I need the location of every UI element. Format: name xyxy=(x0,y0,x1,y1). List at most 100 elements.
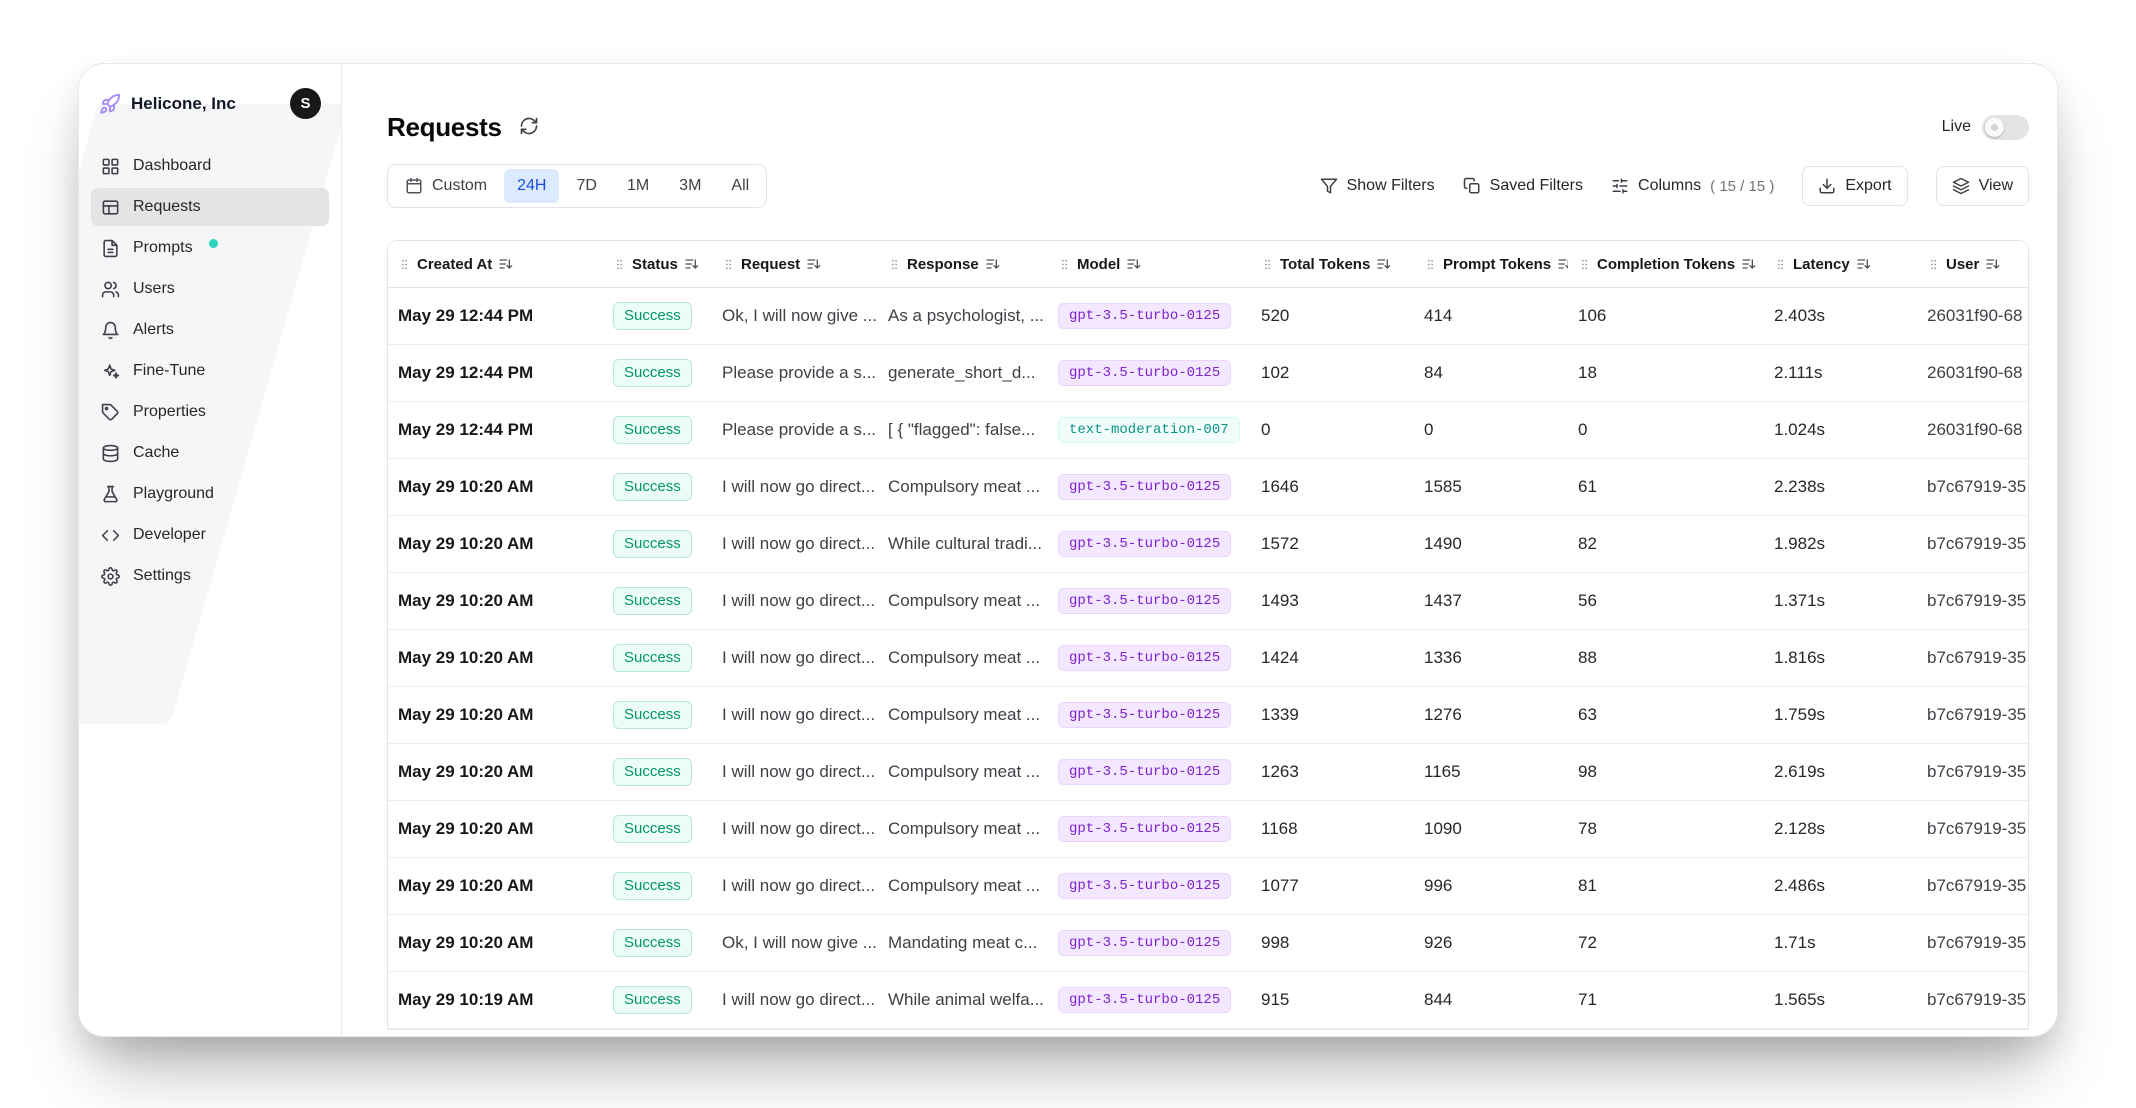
download-icon xyxy=(1818,177,1836,195)
table-row[interactable]: May 29 10:19 AMSuccessI will now go dire… xyxy=(388,972,2028,1029)
table-row[interactable]: May 29 10:20 AMSuccessI will now go dire… xyxy=(388,801,2028,858)
table-row[interactable]: May 29 10:20 AMSuccessI will now go dire… xyxy=(388,744,2028,801)
cell-model: gpt-3.5-turbo-0125 xyxy=(1048,873,1251,899)
column-header-status[interactable]: Status xyxy=(603,256,712,273)
cell-user: b7c67919-35 xyxy=(1917,990,2029,1010)
cell-response: Compulsory meat ... xyxy=(878,876,1048,896)
cell-status: Success xyxy=(603,359,712,386)
cell-total-tokens: 1168 xyxy=(1251,819,1414,839)
cell-user: 26031f90-68 xyxy=(1917,420,2029,440)
cell-response: Mandating meat c... xyxy=(878,933,1048,953)
cell-completion-tokens: 0 xyxy=(1568,420,1764,440)
column-header-prompt-tokens[interactable]: Prompt Tokens xyxy=(1414,256,1568,273)
column-header-total-tokens[interactable]: Total Tokens xyxy=(1251,256,1414,273)
cell-created-at: May 29 10:20 AM xyxy=(388,819,603,839)
cell-created-at: May 29 10:20 AM xyxy=(388,762,603,782)
time-filter-custom[interactable]: Custom xyxy=(392,169,500,203)
refresh-button[interactable] xyxy=(517,114,541,141)
live-toggle[interactable] xyxy=(1982,115,2029,140)
status-badge: Success xyxy=(613,587,692,614)
table-row[interactable]: May 29 10:20 AMSuccessI will now go dire… xyxy=(388,459,2028,516)
cell-request: I will now go direct... xyxy=(712,705,878,725)
cell-created-at: May 29 10:20 AM xyxy=(388,933,603,953)
cell-total-tokens: 1077 xyxy=(1251,876,1414,896)
sidebar: Helicone, Inc S DashboardRequestsPrompts… xyxy=(79,64,342,1036)
avatar[interactable]: S xyxy=(290,88,321,119)
cell-created-at: May 29 10:20 AM xyxy=(388,477,603,497)
cell-completion-tokens: 18 xyxy=(1568,363,1764,383)
cell-created-at: May 29 10:20 AM xyxy=(388,705,603,725)
cell-status: Success xyxy=(603,872,712,899)
table-row[interactable]: May 29 10:20 AMSuccessOk, I will now giv… xyxy=(388,915,2028,972)
org-switcher[interactable]: Helicone, Inc S xyxy=(91,84,329,123)
saved-filters-button[interactable]: Saved Filters xyxy=(1463,177,1583,195)
sidebar-item-settings[interactable]: Settings xyxy=(91,557,329,595)
show-filters-button[interactable]: Show Filters xyxy=(1320,177,1435,195)
cell-model: gpt-3.5-turbo-0125 xyxy=(1048,360,1251,386)
filter-icon xyxy=(1320,177,1338,195)
time-filter-label: All xyxy=(731,177,749,195)
column-header-model[interactable]: Model xyxy=(1048,256,1251,273)
column-label: Status xyxy=(632,256,678,273)
table-row[interactable]: May 29 12:44 PMSuccessPlease provide a s… xyxy=(388,402,2028,459)
title-row: Requests Live xyxy=(387,104,2029,150)
cell-user: b7c67919-35 xyxy=(1917,591,2029,611)
table-body: May 29 12:44 PMSuccessOk, I will now giv… xyxy=(388,288,2028,1029)
sidebar-item-alerts[interactable]: Alerts xyxy=(91,311,329,349)
table-row[interactable]: May 29 10:20 AMSuccessI will now go dire… xyxy=(388,858,2028,915)
column-header-created-at[interactable]: Created At xyxy=(388,256,603,273)
cell-response: Compulsory meat ... xyxy=(878,648,1048,668)
column-label: Total Tokens xyxy=(1280,256,1370,273)
cell-latency: 1.816s xyxy=(1764,648,1917,668)
table-row[interactable]: May 29 12:44 PMSuccessPlease provide a s… xyxy=(388,345,2028,402)
grip-icon xyxy=(1927,258,1940,271)
view-label: View xyxy=(1979,177,2013,195)
sidebar-item-properties[interactable]: Properties xyxy=(91,393,329,431)
sidebar-item-prompts[interactable]: Prompts xyxy=(91,229,329,267)
sidebar-item-playground[interactable]: Playground xyxy=(91,475,329,513)
table-row[interactable]: May 29 12:44 PMSuccessOk, I will now giv… xyxy=(388,288,2028,345)
helicone-logo-icon xyxy=(99,93,121,115)
cell-prompt-tokens: 84 xyxy=(1414,363,1568,383)
table-row[interactable]: May 29 10:20 AMSuccessI will now go dire… xyxy=(388,630,2028,687)
time-filter-7d[interactable]: 7D xyxy=(563,169,609,203)
sidebar-item-requests[interactable]: Requests xyxy=(91,188,329,226)
time-filter-all[interactable]: All xyxy=(718,169,762,203)
cell-status: Success xyxy=(603,758,712,785)
calendar-icon xyxy=(405,177,423,195)
sidebar-item-users[interactable]: Users xyxy=(91,270,329,308)
sidebar-item-cache[interactable]: Cache xyxy=(91,434,329,472)
columns-button[interactable]: Columns ( 15 / 15 ) xyxy=(1611,177,1774,195)
time-filter-24h[interactable]: 24H xyxy=(504,169,559,203)
column-header-latency[interactable]: Latency xyxy=(1764,256,1917,273)
time-filter-3m[interactable]: 3M xyxy=(666,169,714,203)
cell-model: gpt-3.5-turbo-0125 xyxy=(1048,759,1251,785)
cell-request: I will now go direct... xyxy=(712,591,878,611)
cell-prompt-tokens: 1165 xyxy=(1414,762,1568,782)
cell-response: As a psychologist, ... xyxy=(878,306,1048,326)
grip-icon xyxy=(1261,258,1274,271)
sidebar-item-developer[interactable]: Developer xyxy=(91,516,329,554)
column-header-completion-tokens[interactable]: Completion Tokens xyxy=(1568,256,1764,273)
cell-prompt-tokens: 1336 xyxy=(1414,648,1568,668)
status-badge: Success xyxy=(613,530,692,557)
column-header-request[interactable]: Request xyxy=(712,256,878,273)
show-filters-label: Show Filters xyxy=(1347,177,1435,195)
column-header-response[interactable]: Response xyxy=(878,256,1048,273)
sidebar-item-fine-tune[interactable]: Fine-Tune xyxy=(91,352,329,390)
model-badge: gpt-3.5-turbo-0125 xyxy=(1058,588,1231,614)
cell-status: Success xyxy=(603,929,712,956)
column-header-user[interactable]: User xyxy=(1917,256,2029,273)
export-button[interactable]: Export xyxy=(1802,166,1907,206)
cell-total-tokens: 1263 xyxy=(1251,762,1414,782)
table-row[interactable]: May 29 10:20 AMSuccessI will now go dire… xyxy=(388,573,2028,630)
cell-model: gpt-3.5-turbo-0125 xyxy=(1048,588,1251,614)
developer-icon xyxy=(101,526,120,545)
grip-icon xyxy=(1774,258,1787,271)
view-button[interactable]: View xyxy=(1936,166,2029,206)
sidebar-item-dashboard[interactable]: Dashboard xyxy=(91,147,329,185)
time-filter-label: 7D xyxy=(576,177,596,195)
table-row[interactable]: May 29 10:20 AMSuccessI will now go dire… xyxy=(388,687,2028,744)
table-row[interactable]: May 29 10:20 AMSuccessI will now go dire… xyxy=(388,516,2028,573)
time-filter-1m[interactable]: 1M xyxy=(614,169,662,203)
